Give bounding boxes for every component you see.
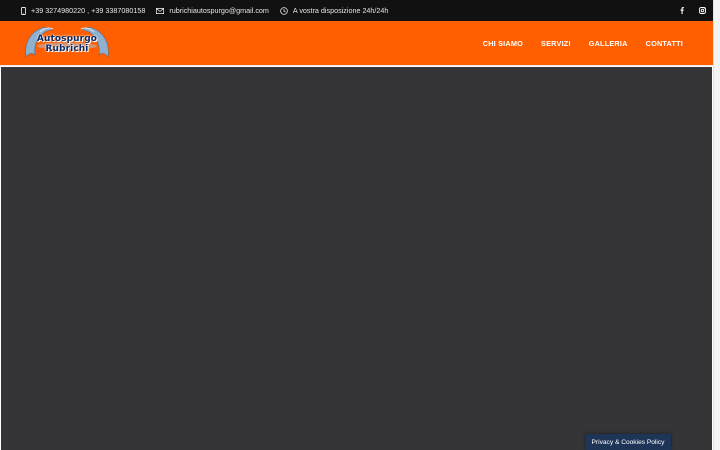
clock-icon — [280, 6, 288, 15]
main-navigation: CHI SIAMO SERVIZI GALLERIA CONTATTI — [465, 21, 683, 66]
nav-chi-siamo[interactable]: CHI SIAMO — [483, 39, 523, 48]
logo-line-2: Rubrichi — [45, 44, 89, 54]
site-header: Autospurgo Rubrichi CHI SIAMO SERVIZI GA… — [0, 21, 713, 66]
nav-galleria[interactable]: GALLERIA — [589, 39, 628, 48]
email-info: rubrichiautospurgo@gmail.com — [156, 6, 269, 15]
phone-numbers[interactable]: +39 3274980220 , +39 3387080158 — [31, 6, 145, 15]
facebook-link[interactable] — [671, 0, 692, 21]
social-links — [671, 0, 713, 21]
scrollbar-track[interactable] — [713, 0, 720, 450]
phone-info: +39 3274980220 , +39 3387080158 — [21, 6, 145, 15]
hero-panel — [1, 67, 712, 450]
top-info-bar: +39 3274980220 , +39 3387080158 rubrichi… — [0, 0, 713, 21]
nav-servizi[interactable]: SERVIZI — [541, 39, 571, 48]
availability-text: A vostra disposizione 24h/24h — [292, 6, 389, 15]
email-address[interactable]: rubrichiautospurgo@gmail.com — [169, 6, 269, 15]
hours-info: A vostra disposizione 24h/24h — [280, 6, 389, 15]
logo-line-1: Autospurgo — [36, 34, 98, 44]
mobile-phone-icon — [21, 6, 26, 15]
facebook-icon — [680, 7, 684, 14]
instagram-icon — [699, 7, 706, 14]
nav-contatti[interactable]: CONTATTI — [646, 39, 683, 48]
privacy-cookies-button[interactable]: Privacy & Cookies Policy — [585, 434, 671, 450]
instagram-link[interactable] — [692, 0, 713, 21]
contact-info: +39 3274980220 , +39 3387080158 rubrichi… — [0, 0, 399, 21]
site-logo[interactable]: Autospurgo Rubrichi — [23, 26, 111, 60]
envelope-icon — [156, 7, 165, 14]
main-content — [0, 67, 713, 450]
